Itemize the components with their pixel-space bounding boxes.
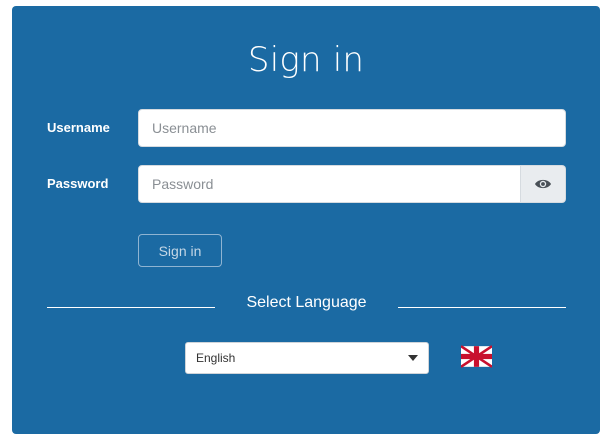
- page-title: Sign in: [247, 40, 365, 80]
- divider-left: [47, 307, 215, 308]
- username-label: Username: [47, 120, 110, 135]
- password-label: Password: [47, 176, 109, 191]
- show-password-button[interactable]: [521, 165, 566, 203]
- language-select-value: English: [196, 351, 236, 365]
- language-select[interactable]: English: [185, 342, 429, 374]
- divider-right: [398, 307, 566, 308]
- eye-icon: [535, 179, 551, 189]
- username-input[interactable]: [138, 109, 566, 147]
- chevron-down-icon: [408, 355, 418, 361]
- language-heading: Select Language: [246, 294, 367, 311]
- signin-card: Sign in Username Password Sign in Select…: [12, 6, 600, 434]
- signin-button[interactable]: Sign in: [138, 234, 222, 267]
- password-input[interactable]: [138, 165, 521, 203]
- uk-flag-icon[interactable]: [461, 345, 492, 368]
